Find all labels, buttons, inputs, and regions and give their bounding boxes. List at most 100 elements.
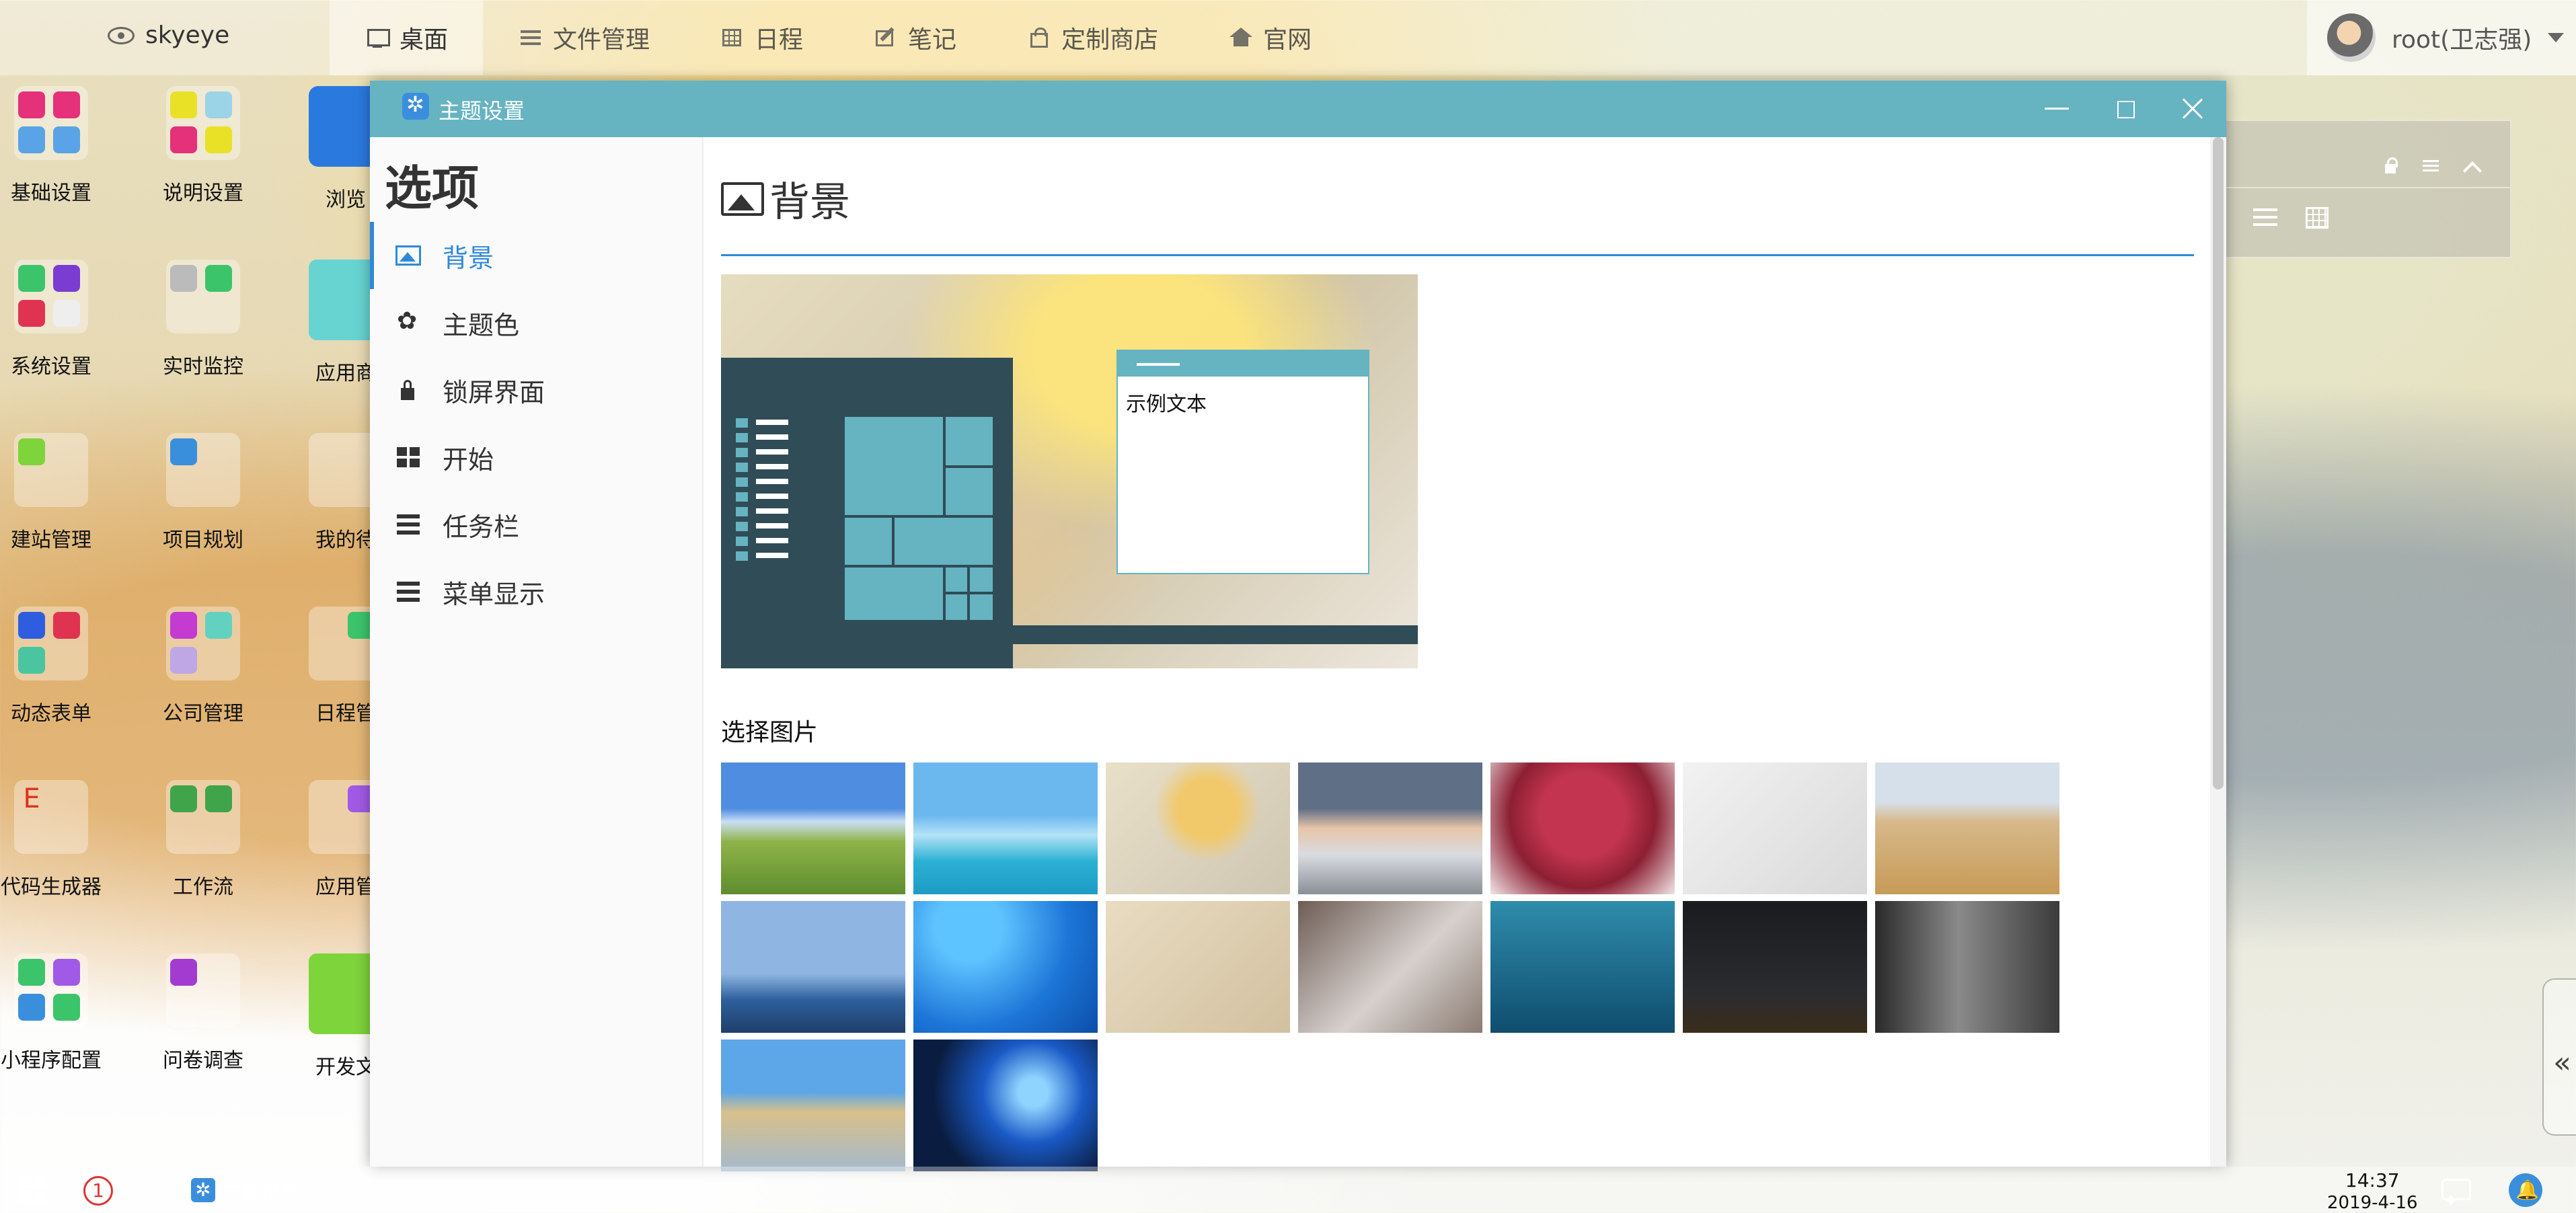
image-icon <box>721 182 764 216</box>
option-label: 任务栏 <box>443 512 520 542</box>
start-button[interactable] <box>19 1176 46 1203</box>
preview-menu-list <box>736 418 790 581</box>
option-lock-screen[interactable]: 锁屏界面 <box>370 356 702 424</box>
option-background[interactable]: 背景 <box>370 222 702 289</box>
wallpaper-thumb-grassland-lake[interactable] <box>721 762 905 894</box>
edit-icon <box>873 28 899 48</box>
clock-date: 2019-4-16 <box>2327 1193 2418 1213</box>
minimize-button[interactable] <box>2024 81 2092 137</box>
windows-icon <box>395 447 421 467</box>
option-theme-color[interactable]: 主题色 <box>370 289 702 356</box>
app-tile-icon <box>166 606 240 680</box>
nav-schedule-label: 日程 <box>755 26 804 54</box>
wallpaper-thumb-portrait-bedroom[interactable] <box>1298 901 1482 1033</box>
nav-file-manager[interactable]: 文件管理 <box>483 0 685 75</box>
window-scrollbar[interactable] <box>2210 137 2226 1167</box>
nav-notes-label: 笔记 <box>908 26 957 54</box>
wallpaper-thumb-plum-blossom-tree[interactable] <box>1490 762 1675 894</box>
app-tile-icon <box>166 86 240 160</box>
window-titlebar[interactable]: 主题设置 <box>370 81 2226 137</box>
user-name: root(卫志强) <box>2392 26 2532 54</box>
preview-taskbar <box>1013 625 1418 644</box>
wallpaper-thumb-wheat-field[interactable] <box>1875 762 2059 894</box>
wallpaper-thumb-underwater-swimmer[interactable] <box>1490 901 1675 1033</box>
option-menu-display[interactable]: 菜单显示 <box>370 558 702 625</box>
desktop-icon-dynamic-form[interactable]: 动态表单 <box>0 606 118 761</box>
taskbar-app-theme-settings[interactable]: ✲ 主题设置 <box>176 1167 321 1213</box>
window-body: 选项 背景 主题色 锁屏界面 开始 任务栏 <box>370 137 2226 1171</box>
option-taskbar[interactable]: 任务栏 <box>370 491 702 558</box>
desktop-icon-project-plan[interactable]: 项目规划 <box>136 433 270 588</box>
clock: 14:37 2019-4-16 <box>2327 1169 2418 1213</box>
desktop-icon-label: 说明设置 <box>163 182 243 205</box>
desktop-icon-label: 工作流 <box>173 875 233 899</box>
desktop-icon-mini-program[interactable]: 小程序配置 <box>0 953 118 1108</box>
image-icon <box>395 245 421 266</box>
calendar-widget <box>2220 120 2511 258</box>
desktop-icon-label: 公司管理 <box>163 702 243 726</box>
menu-icon[interactable] <box>2421 156 2440 175</box>
background-preview: 示例文本 <box>721 274 1418 668</box>
app-tile-icon <box>14 86 88 160</box>
wallpaper-thumb-ink-plum-birds[interactable] <box>1683 762 1867 894</box>
desktop-icon-workflow[interactable]: 工作流 <box>136 780 270 935</box>
top-nav: 桌面 文件管理 日程 笔记 定制商店 官网 <box>330 0 1347 75</box>
wallpaper-thumb-tropical-island[interactable] <box>913 762 1098 894</box>
desktop-icon-label: 基础设置 <box>11 182 91 205</box>
wallpaper-thumb-snowy-bridge[interactable] <box>1298 762 1482 894</box>
section-title-text: 背景 <box>769 179 850 226</box>
desktop-icon-label: 问卷调查 <box>163 1049 243 1072</box>
wallpaper-thumb-blue-swirl[interactable] <box>913 901 1098 1033</box>
desktop-icon-label: 建站管理 <box>11 529 91 552</box>
desktop-icon-system-settings[interactable]: 系统设置 <box>0 260 118 414</box>
option-label: 菜单显示 <box>443 579 545 609</box>
wallpaper-thumb-sailing-ship[interactable] <box>721 901 905 1033</box>
scrollbar-thumb[interactable] <box>2213 137 2224 789</box>
desktop-icon-label: 系统设置 <box>11 355 91 379</box>
desktop-icon-basic-settings[interactable]: 基础设置 <box>0 86 118 241</box>
user-menu[interactable]: root(卫志强) <box>2307 0 2576 75</box>
side-panel-toggle[interactable]: « <box>2542 978 2576 1136</box>
app-tile-icon <box>14 606 88 680</box>
paw-icon <box>395 307 421 335</box>
option-label: 主题色 <box>443 310 520 340</box>
preview-sample-text: 示例文本 <box>1126 393 1207 416</box>
nav-store[interactable]: 定制商店 <box>991 0 1193 75</box>
top-bar: skyeye 桌面 文件管理 日程 笔记 定制商店 官网 root(卫志强) <box>0 0 2576 75</box>
wallpaper-thumb-windows-logo-light[interactable] <box>913 1040 1098 1171</box>
calendar-icon[interactable] <box>2306 206 2328 229</box>
desktop-icon-code-generator[interactable]: E 代码生成器 <box>0 780 118 935</box>
desktop-icon-realtime-monitor[interactable]: 实时监控 <box>136 260 270 414</box>
chevron-up-icon[interactable] <box>2462 157 2480 176</box>
close-button[interactable] <box>2160 81 2228 137</box>
wallpaper-thumb-chinese-painting[interactable] <box>1106 901 1290 1033</box>
desktop-icon-company-management[interactable]: 公司管理 <box>136 606 270 761</box>
nav-desktop[interactable]: 桌面 <box>330 0 484 75</box>
option-start[interactable]: 开始 <box>370 424 702 491</box>
nav-website[interactable]: 官网 <box>1193 0 1347 75</box>
desktop-icon-survey[interactable]: 问卷调查 <box>136 953 270 1108</box>
wallpaper-thumb-grey-waterfall[interactable] <box>1875 901 2059 1033</box>
wallpaper-thumb-beach-rocks[interactable] <box>721 1040 905 1171</box>
maximize-button[interactable] <box>2094 81 2162 137</box>
chat-icon[interactable] <box>2441 1179 2471 1200</box>
brand[interactable]: skyeye <box>108 22 229 49</box>
option-label: 背景 <box>443 243 494 273</box>
wallpaper-thumb-autumn-cup[interactable] <box>1106 762 1290 894</box>
wallpaper-thumb-milky-way-tent[interactable] <box>1683 901 1867 1033</box>
nav-store-label: 定制商店 <box>1061 26 1159 54</box>
nav-schedule[interactable]: 日程 <box>685 0 838 75</box>
desktop-icon-label: 代码生成器 <box>1 875 102 899</box>
taskbar-icon <box>395 514 421 535</box>
preview-window-titlebar <box>1118 351 1368 377</box>
list-icon[interactable] <box>2253 206 2277 227</box>
desktop-icon-help-settings[interactable]: 说明设置 <box>136 86 270 241</box>
option-label: 锁屏界面 <box>443 377 545 407</box>
notification-badge[interactable]: 1 <box>83 1176 113 1206</box>
lock-icon[interactable] <box>2381 156 2400 175</box>
notification-bell-icon[interactable] <box>2509 1173 2542 1207</box>
desktop-icon-site-management[interactable]: 建站管理 <box>0 433 118 588</box>
shopping-bag-icon <box>1026 28 1052 48</box>
nav-notes[interactable]: 笔记 <box>838 0 991 75</box>
nav-website-label: 官网 <box>1263 26 1312 54</box>
